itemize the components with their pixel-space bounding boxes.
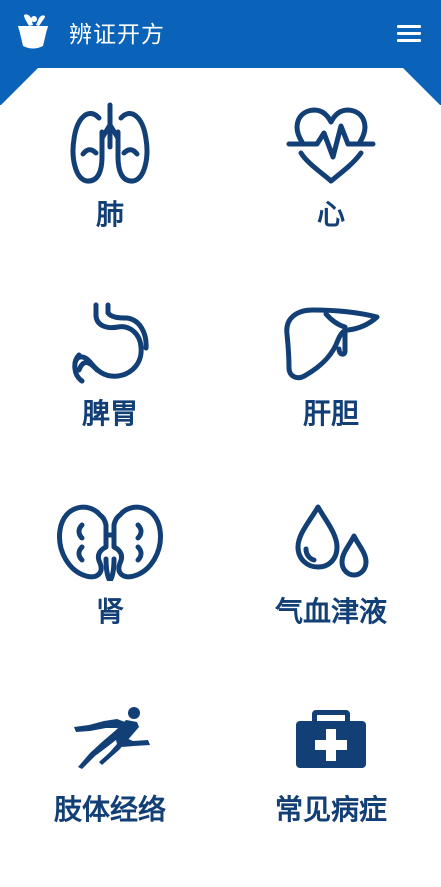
liver-icon	[221, 295, 441, 391]
tile-label: 心	[316, 198, 345, 231]
menu-line	[397, 32, 421, 35]
human-body-icon	[0, 691, 220, 787]
droplets-icon	[221, 493, 441, 589]
kidneys-icon	[0, 493, 220, 589]
app-title: 辨证开方	[69, 22, 165, 48]
tile-label: 气血津液	[274, 595, 387, 628]
hamburger-menu-icon[interactable]	[397, 22, 421, 46]
tile-label: 脾胃	[81, 397, 138, 430]
lungs-icon	[0, 96, 220, 192]
tile-common-diseases[interactable]: 常见病症	[221, 691, 441, 887]
stomach-icon	[0, 295, 220, 391]
mortar-pestle-icon	[14, 12, 52, 52]
tile-limb-meridian[interactable]: 肢体经络	[0, 691, 220, 887]
menu-line	[397, 39, 421, 42]
category-grid: 肺 心 脾胃 肝胆 肾 气血津液 肢体经络 常见病症	[0, 96, 441, 872]
tile-lung[interactable]: 肺	[0, 96, 220, 292]
heart-pulse-icon	[221, 96, 441, 192]
tile-qi-blood-fluid[interactable]: 气血津液	[221, 493, 441, 689]
tile-liver-gallbladder[interactable]: 肝胆	[221, 295, 441, 491]
tile-kidney[interactable]: 肾	[0, 493, 220, 689]
tile-label: 肾	[95, 595, 124, 628]
tile-spleen-stomach[interactable]: 脾胃	[0, 295, 220, 491]
tile-label: 肢体经络	[53, 793, 166, 826]
tile-label: 常见病症	[274, 793, 387, 826]
tile-label: 肺	[95, 198, 124, 231]
tile-heart[interactable]: 心	[221, 96, 441, 292]
tile-label: 肝胆	[302, 397, 359, 430]
first-aid-kit-icon	[221, 691, 441, 787]
menu-line	[397, 25, 421, 28]
